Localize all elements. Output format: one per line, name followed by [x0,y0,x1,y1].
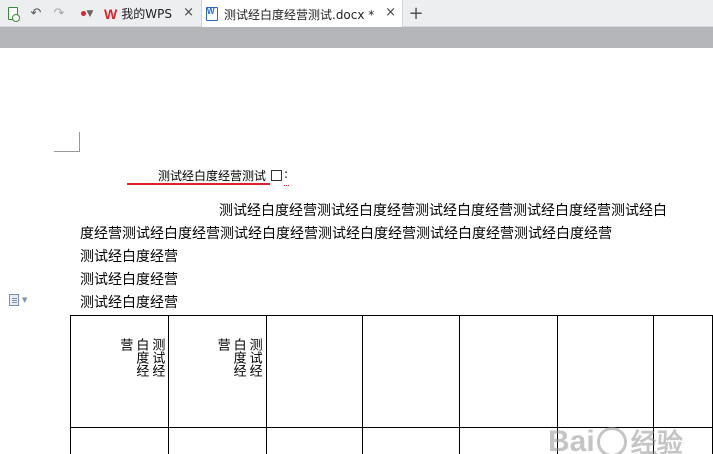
watermark-text-cn: 经验 [630,428,683,454]
print-preview-icon [8,7,20,22]
wps-logo-icon: W [104,5,118,22]
table-cell[interactable] [652,315,713,428]
title-red-underline [127,183,270,185]
table-cell[interactable] [265,315,363,428]
customize-icon: ▼ [80,9,93,19]
chevron-down-icon: ▼ [22,296,28,304]
table-cell[interactable] [459,315,558,428]
print-preview-button[interactable] [4,5,22,22]
text-line-4: 测试经白度经营 [80,272,178,288]
word-document-icon [206,7,218,21]
document-page[interactable]: 测试经白度经营测试 : 测试经白度经营测试经白度经营测试经白度经营测试经白度经营… [0,48,713,454]
title-checkbox[interactable] [271,170,282,181]
paragraph-layout-icon [9,294,19,306]
undo-button[interactable]: ↶ [27,5,45,22]
tab-bar: ↶ ↷ ▼ W 我的WPS × 测试经白度经营测试.docx * × + [0,0,713,28]
watermark-text: Bai [548,424,595,454]
table-cell-text: 测试经白度经营 [117,338,165,377]
toolbar-strip [0,27,713,48]
table-cell[interactable] [459,427,558,454]
paw-icon [596,426,627,454]
table-cell[interactable] [361,315,461,428]
new-tab-button[interactable]: + [406,2,426,24]
spelling-squiggle [284,184,289,186]
redo-icon: ↷ [53,6,65,21]
table-cell[interactable] [69,427,170,454]
tab-my-wps-close-button[interactable]: × [183,5,194,20]
tab-document-label: 测试经白度经营测试.docx * [224,7,375,22]
table-cell[interactable] [361,427,461,454]
document-title: 测试经白度经营测试 [158,169,267,183]
tab-document[interactable]: 测试经白度经营测试.docx * × [201,0,403,28]
table-cell-text: 测试经白度经营 [214,338,262,377]
tab-document-close-button[interactable]: × [385,5,396,20]
page-margin-marker [54,132,80,152]
redo-button[interactable]: ↷ [50,5,68,22]
quick-access-more-button[interactable]: ▼ [76,5,98,22]
table-cell[interactable] [556,315,654,428]
table-cell[interactable]: 测试经白度经营 [168,315,267,428]
tab-my-wps[interactable]: W 我的WPS × [102,0,200,27]
table-cell[interactable] [265,427,363,454]
tab-my-wps-label: 我的WPS [121,7,172,21]
paragraph-line-1: 测试经白度经营测试经白度经营测试经白度经营测试经白度经营测试经白 [219,203,667,219]
paragraph-line-2: 度经营测试经白度经营测试经白度经营测试经白度经营测试经白度经营测试经白度经营 [80,226,612,242]
paragraph-layout-button[interactable]: ▼ [9,294,27,306]
watermark-logo: Bai 经验 [548,423,683,454]
title-colon: : [284,167,289,181]
text-line-5: 测试经白度经营 [80,295,178,311]
table-row: 测试经白度经营 测试经白度经营 [69,315,713,428]
table-cell[interactable] [168,427,267,454]
text-line-3: 测试经白度经营 [80,249,178,265]
table-cell[interactable]: 测试经白度经营 [69,315,170,428]
undo-icon: ↶ [30,6,42,21]
